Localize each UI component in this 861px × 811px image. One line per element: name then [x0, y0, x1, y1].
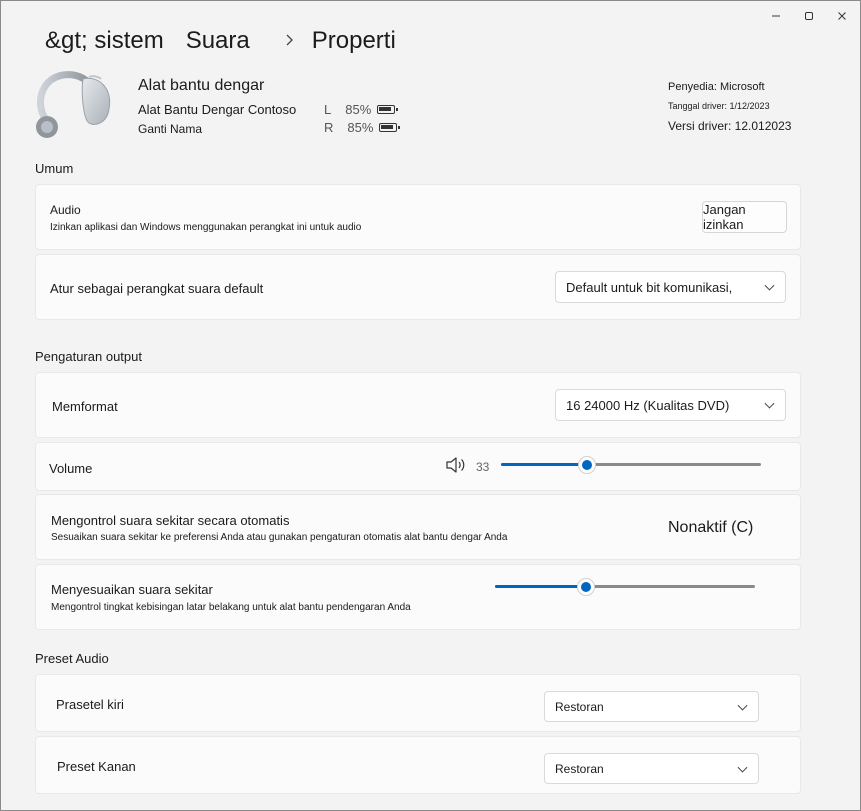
left-preset-card: Prasetel kiri Restoran: [35, 674, 801, 732]
settings-window: &gt; sistem Suara Properti Alat bantu de…: [0, 0, 861, 811]
ambient-auto-state[interactable]: Nonaktif (C): [668, 519, 753, 537]
breadcrumb-item-system[interactable]: &gt; sistem: [45, 27, 164, 55]
ambient-auto-subtitle: Sesuaikan suara sekitar ke preferensi An…: [51, 532, 508, 543]
section-title-general: Umum: [35, 161, 74, 176]
ambient-auto-title: Mengontrol suara sekitar secara otomatis: [51, 513, 290, 528]
close-icon[interactable]: [827, 7, 857, 25]
device-title: Alat bantu dengar: [138, 77, 265, 94]
default-device-dropdown[interactable]: Default untuk bit komunikasi,: [555, 271, 786, 303]
maximize-icon[interactable]: [794, 7, 824, 25]
driver-version-label: Versi driver: 12.012023: [668, 119, 792, 133]
volume-card: Volume 33: [35, 442, 801, 491]
right-preset-card: Preset Kanan Restoran: [35, 736, 801, 794]
breadcrumb-item-sound[interactable]: Suara: [186, 27, 250, 55]
battery-icon: [379, 123, 401, 132]
right-preset-selected: Restoran: [555, 761, 604, 776]
speaker-volume-icon[interactable]: [445, 456, 467, 479]
ambient-adjust-card: Menyesuaikan suara sekitar Mengontrol ti…: [35, 564, 801, 630]
chevron-down-icon: [764, 398, 775, 409]
breadcrumb: &gt; sistem Suara Properti: [45, 27, 396, 55]
battery-percent: 85%: [347, 120, 374, 135]
slider-thumb[interactable]: [577, 578, 595, 596]
format-dropdown[interactable]: 16 24000 Hz (Kualitas DVD): [555, 389, 786, 421]
ambient-adjust-subtitle: Mengontrol tingkat kebisingan latar bela…: [51, 602, 411, 613]
chevron-down-icon: [737, 762, 748, 773]
left-preset-dropdown[interactable]: Restoran: [544, 691, 759, 722]
ambient-auto-card: Mengontrol suara sekitar secara otomatis…: [35, 494, 801, 560]
hearing-aid-icon: [33, 69, 113, 143]
audio-card: Audio Izinkan aplikasi dan Windows mengg…: [35, 184, 801, 250]
section-title-presets: Preset Audio: [35, 651, 109, 666]
chevron-right-icon: [284, 31, 296, 52]
battery-icon: [377, 105, 399, 114]
battery-side-label: L: [324, 102, 332, 117]
battery-right: R 85%: [324, 120, 401, 135]
device-model: Alat Bantu Dengar Contoso: [138, 102, 297, 117]
volume-title: Volume: [49, 461, 93, 476]
battery-percent: 85%: [345, 102, 372, 117]
volume-slider[interactable]: [501, 455, 761, 475]
slider-fill: [495, 585, 586, 588]
right-preset-title: Preset Kanan: [57, 759, 136, 774]
battery-left: L 85%: [324, 102, 399, 117]
chevron-down-icon: [764, 280, 775, 291]
section-title-output: Pengaturan output: [35, 349, 142, 364]
rename-link[interactable]: Ganti Nama: [138, 122, 202, 136]
minimize-icon[interactable]: [761, 7, 791, 25]
slider-fill: [501, 463, 587, 466]
default-device-card: Atur sebagai perangkat suara default Def…: [35, 254, 801, 320]
breadcrumb-item-properties: Properti: [311, 27, 396, 54]
ambient-sound-slider[interactable]: [495, 577, 755, 597]
chevron-down-icon: [737, 700, 748, 711]
dont-allow-button[interactable]: Jangan izinkan: [702, 201, 787, 233]
slider-thumb[interactable]: [577, 456, 596, 474]
format-card: Memformat 16 24000 Hz (Kualitas DVD): [35, 372, 801, 438]
default-device-selected: Default untuk bit komunikasi,: [566, 279, 733, 295]
format-title: Memformat: [52, 399, 118, 414]
left-preset-title: Prasetel kiri: [56, 697, 124, 712]
driver-date-label: Tanggal driver: 1/12/2023: [668, 101, 770, 111]
battery-side-label: R: [324, 120, 334, 135]
audio-title: Audio: [50, 203, 81, 217]
provider-label: Penyedia: Microsoft: [668, 81, 765, 93]
ambient-adjust-title: Menyesuaikan suara sekitar: [51, 582, 213, 597]
left-preset-selected: Restoran: [555, 699, 604, 714]
default-device-title: Atur sebagai perangkat suara default: [50, 281, 264, 296]
audio-subtitle: Izinkan aplikasi dan Windows menggunakan…: [50, 222, 362, 233]
format-selected: 16 24000 Hz (Kualitas DVD): [566, 397, 730, 413]
right-preset-dropdown[interactable]: Restoran: [544, 753, 759, 784]
volume-value: 33: [476, 460, 490, 474]
